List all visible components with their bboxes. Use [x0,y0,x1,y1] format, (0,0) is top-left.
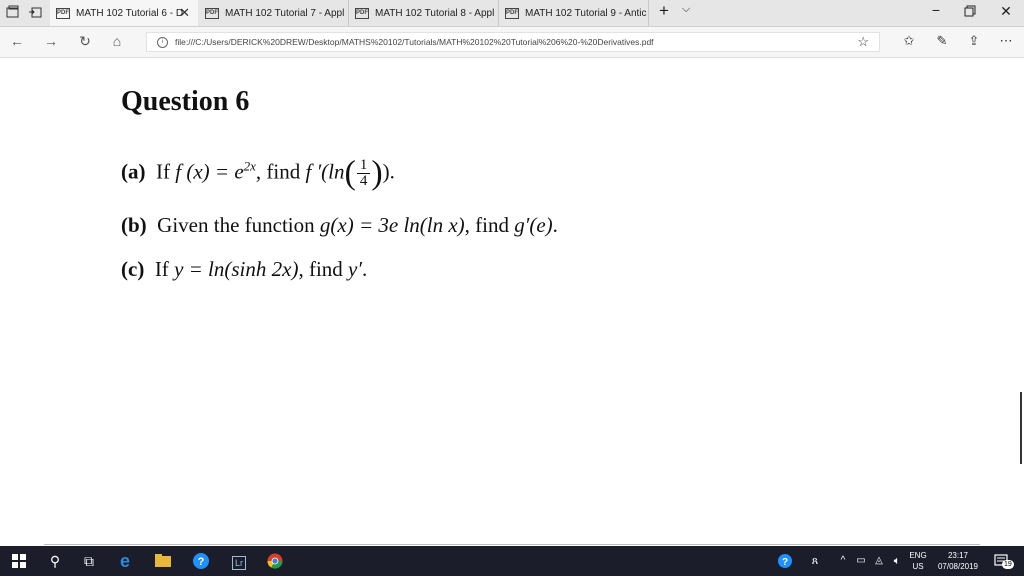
svg-text:?: ? [782,557,788,568]
taskbar: ⚲ ⧉ e ? Lr ? ጸ ^ ▭ ◬ 🔈︎ ENG US 23:17 07/… [0,546,1024,576]
action-center-icon[interactable]: 19 [992,551,1014,571]
set-tabs-aside-icon[interactable] [28,5,42,19]
question-part-a: (a) If f (x) = e2x, find f ′(ln(1 4)). [121,154,395,192]
pdf-icon: PDF [505,7,519,19]
right-paren: ) [371,154,383,192]
tab-label: MATH 102 Tutorial 9 - Antic [525,7,647,19]
restore-button[interactable] [960,4,980,20]
back-arrow-icon[interactable]: ← [8,33,26,49]
pdf-document [0,58,1024,544]
edge-browser-icon[interactable]: e [114,551,136,571]
share-icon[interactable]: ⇪ [964,33,984,49]
question-part-c: (c) If y = ln(sinh 2x), find y′. [121,257,367,282]
pdf-icon: PDF [355,7,369,19]
math-expression: y′ [348,257,362,281]
part-text: , find [298,257,343,281]
fraction-denominator: 4 [359,173,368,189]
language-indicator[interactable]: ENG US [906,550,930,572]
fraction: 14 [356,158,371,189]
search-icon[interactable]: ⚲ [44,551,66,571]
math-expression: y = ln(sinh 2x) [174,257,299,281]
refresh-icon[interactable]: ↻ [76,33,94,50]
part-label: (a) [121,159,146,184]
info-icon[interactable]: i [157,37,168,48]
clock-time: 23:17 [947,551,969,560]
pdf-icon: PDF [56,7,70,19]
part-text: If [156,159,170,184]
lightroom-label: Lr [231,556,246,570]
tab-list-chevron-down-icon[interactable]: ⌵ [676,3,696,16]
part-end: ). [382,159,395,184]
tab-label: MATH 102 Tutorial 6 - D [76,7,184,19]
part-end: . [361,257,368,281]
volume-icon[interactable]: 🔈︎ [886,551,908,571]
help-icon[interactable]: ? [190,551,212,571]
page-divider [44,544,980,545]
clock-date: 07/08/2019 [937,562,979,571]
forward-arrow-icon[interactable]: → [42,33,60,49]
tab-label: MATH 102 Tutorial 8 - Appl [375,7,495,19]
fraction-numerator: 1 [356,158,371,174]
part-label: (c) [121,257,145,281]
people-icon[interactable]: ጸ [804,551,826,571]
math-expression: f (x) = e [175,159,244,184]
tab-tutorial-7[interactable]: PDF MATH 102 Tutorial 7 - Appl [199,0,349,26]
keyboard-layout: US [912,562,924,571]
chrome-icon[interactable] [264,551,286,571]
tab-tutorial-9[interactable]: PDF MATH 102 Tutorial 9 - Antic [499,0,649,26]
part-text: , find [255,159,301,184]
url-text: file:///C:/Users/DERICK%20DREW/Desktop/M… [175,37,654,47]
part-label: (b) [121,213,147,237]
new-tab-button[interactable]: + [654,1,674,21]
left-paren: ( [344,154,356,192]
math-expression: g′(e) [514,213,553,237]
close-icon[interactable]: ✕ [179,5,190,21]
part-text: , find [464,213,509,237]
notification-count-badge: 19 [1002,560,1014,569]
tab-bar: PDF MATH 102 Tutorial 6 - D ✕ PDF MATH 1… [0,0,1024,27]
math-exponent: 2x [243,158,256,174]
task-view-icon[interactable]: ⧉ [78,551,100,571]
svg-text:?: ? [198,556,205,568]
pen-icon[interactable]: ✎ [932,33,952,49]
question-part-b: (b) Given the function g(x) = 3e ln(ln x… [121,213,558,238]
more-icon[interactable]: ⋯ [996,33,1016,49]
scrollbar-thumb[interactable] [1020,392,1022,464]
clock[interactable]: 23:17 07/08/2019 [932,550,984,572]
tab-tutorial-8[interactable]: PDF MATH 102 Tutorial 8 - Appl [349,0,499,26]
close-window-button[interactable]: ✕ [996,3,1016,20]
language-code: ENG [909,551,927,560]
part-end: . [552,213,558,237]
favorites-hub-icon[interactable]: ✩ [899,33,919,49]
math-expression: f ′(ln [305,159,345,184]
address-bar: ← → ↻ ⌂ i file:///C:/Users/DERICK%20DREW… [0,27,1024,58]
math-expression: g(x) = 3e ln(ln x) [319,213,465,237]
favorite-star-icon[interactable]: ☆ [857,33,869,51]
start-windows-icon[interactable] [8,551,30,571]
tab-tutorial-6[interactable]: PDF MATH 102 Tutorial 6 - D ✕ [50,0,198,26]
minimize-button[interactable]: − [926,2,946,18]
part-text: If [154,257,169,281]
lightroom-icon[interactable]: Lr [228,551,250,571]
url-field[interactable]: i file:///C:/Users/DERICK%20DREW/Desktop… [146,32,880,52]
tab-preview-icon[interactable] [6,5,20,19]
help-tray-icon[interactable]: ? [774,551,796,571]
part-text: Given the function [157,213,315,237]
page-title: Question 6 [121,86,250,117]
home-icon[interactable]: ⌂ [108,33,126,49]
file-explorer-icon[interactable] [152,551,174,571]
pdf-icon: PDF [205,7,219,19]
tab-label: MATH 102 Tutorial 7 - Appl [225,7,345,19]
